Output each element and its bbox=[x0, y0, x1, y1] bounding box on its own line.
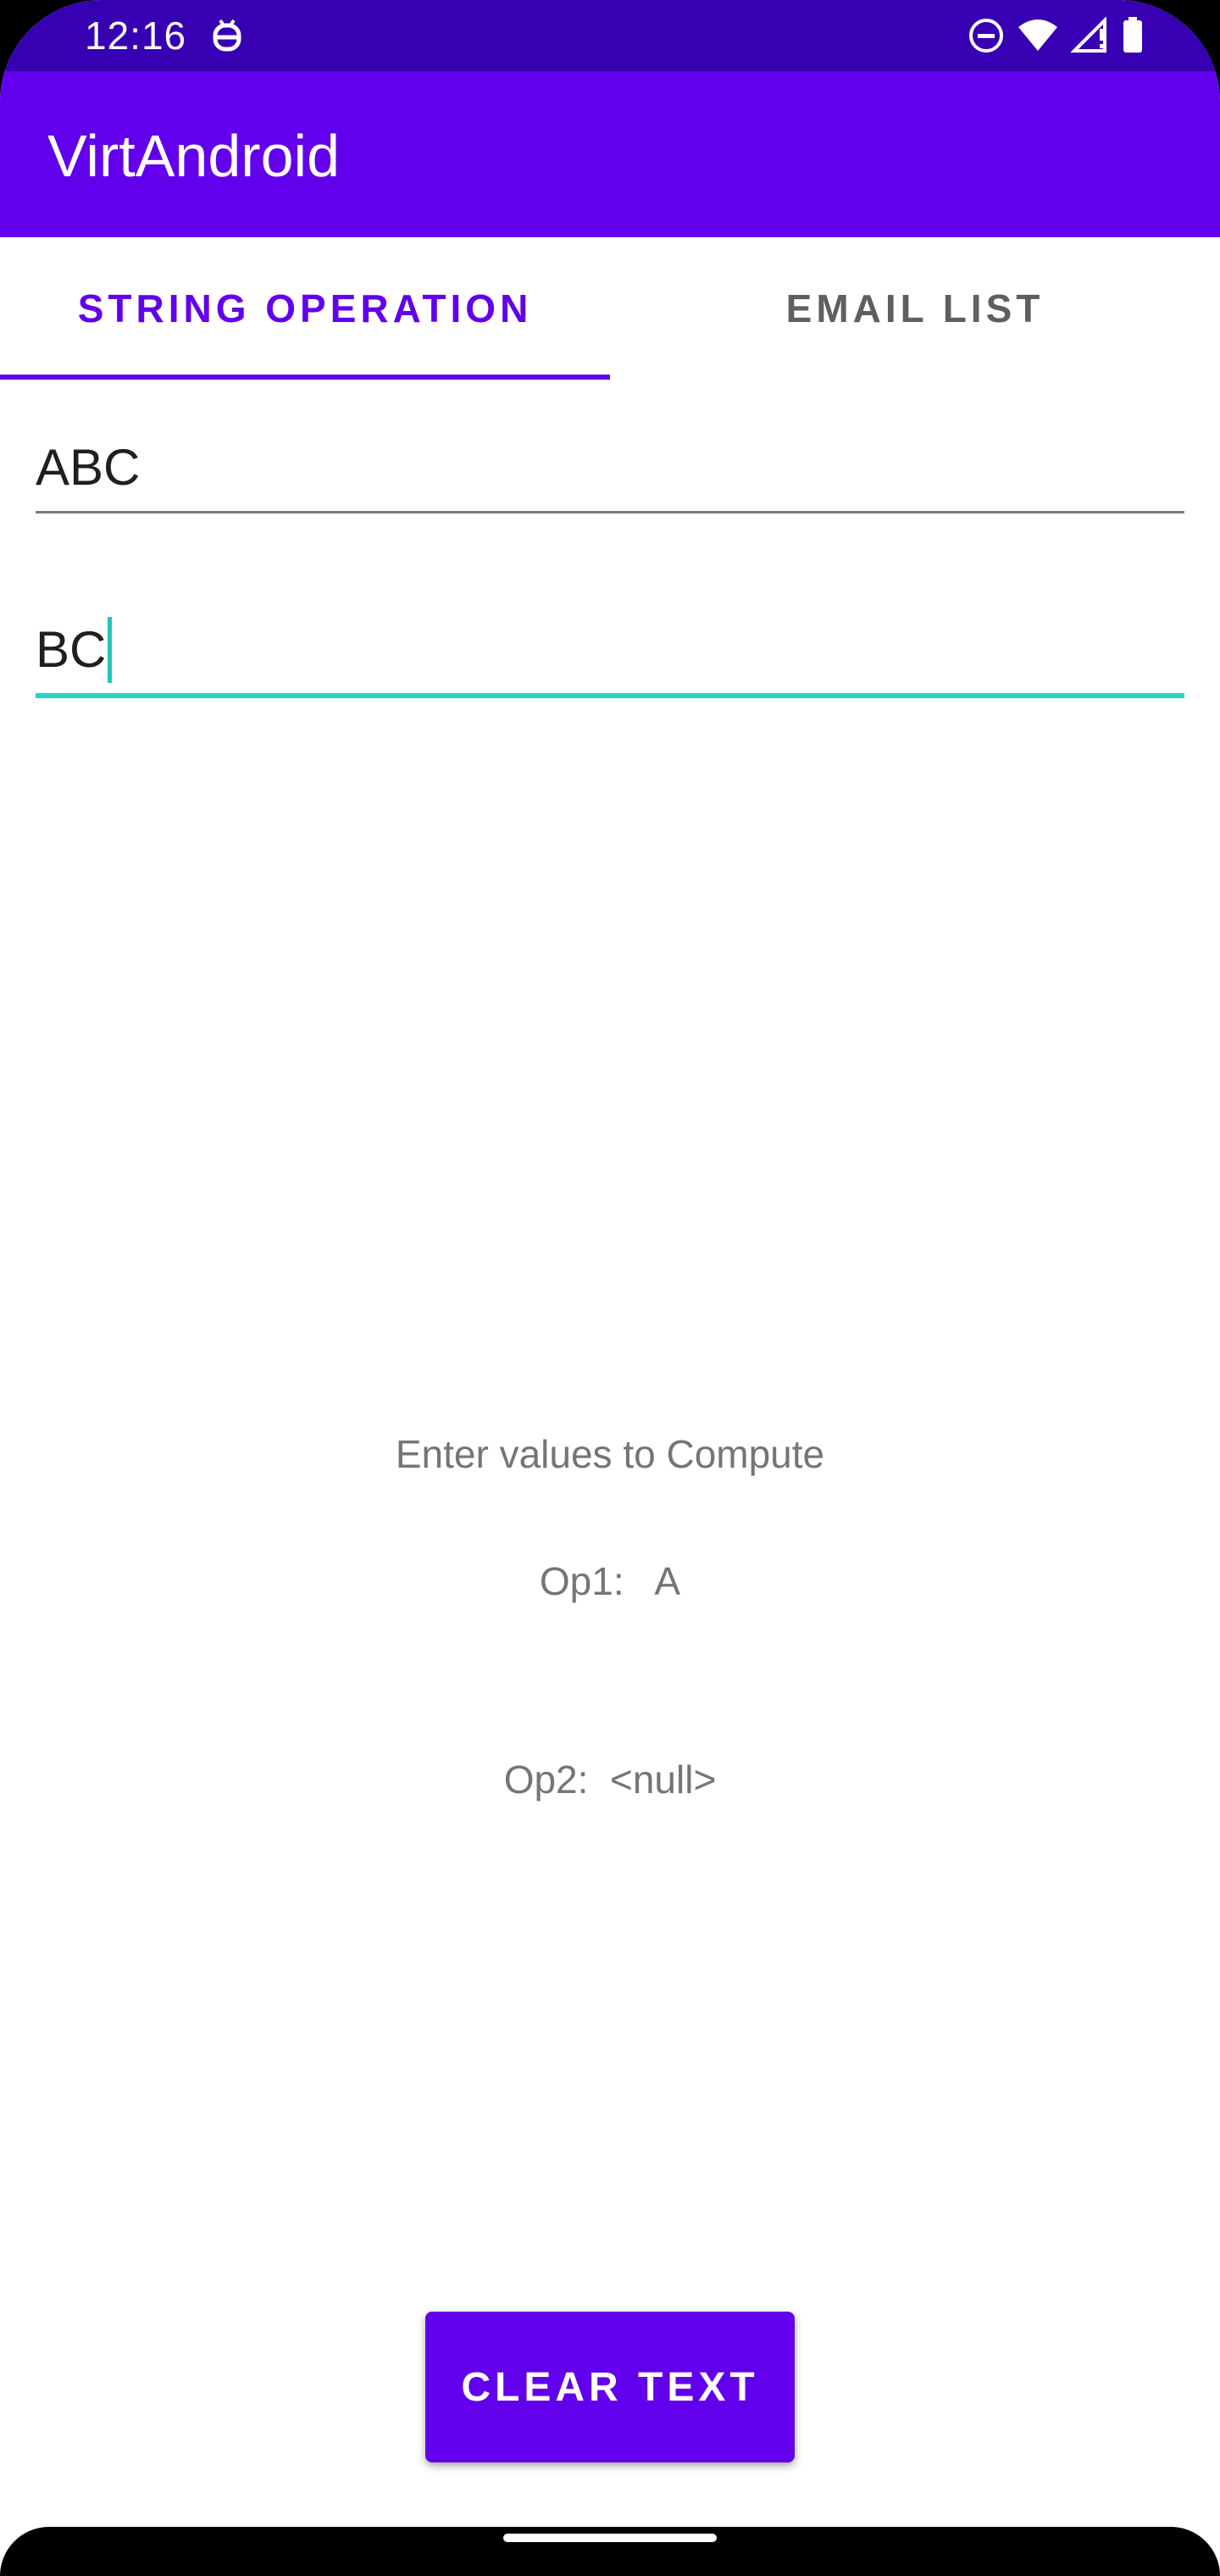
home-gesture-handle[interactable] bbox=[503, 2534, 717, 2542]
status-icons bbox=[968, 15, 1144, 56]
tab-string-operation[interactable]: STRING OPERATION bbox=[0, 237, 610, 380]
signal-icon bbox=[1071, 17, 1110, 54]
battery-icon bbox=[1122, 17, 1144, 54]
clear-text-button-label: CLEAR TEXT bbox=[461, 2364, 759, 2410]
op1-result: Op1: A bbox=[539, 1559, 681, 1603]
app-title: VirtAndroid bbox=[47, 123, 341, 189]
first-string-underline bbox=[36, 511, 1184, 514]
tab-string-operation-label: STRING OPERATION bbox=[77, 286, 533, 330]
do-not-disturb-icon bbox=[968, 17, 1005, 54]
compute-prompt: Enter values to Compute bbox=[395, 1432, 825, 1476]
first-string-input[interactable]: ABC bbox=[36, 420, 1184, 514]
first-string-value: ABC bbox=[36, 439, 141, 496]
clear-text-button[interactable]: CLEAR TEXT bbox=[425, 2312, 795, 2462]
wifi-icon bbox=[1017, 17, 1059, 54]
tab-bar: STRING OPERATION EMAIL LIST bbox=[0, 237, 1220, 380]
second-string-value: BC bbox=[36, 621, 107, 678]
second-string-input[interactable]: BC bbox=[36, 605, 1184, 698]
tab-email-list[interactable]: EMAIL LIST bbox=[610, 237, 1220, 380]
tab-email-list-label: EMAIL LIST bbox=[785, 286, 1045, 330]
tab-selected-indicator bbox=[0, 375, 610, 380]
second-string-underline bbox=[36, 693, 1184, 698]
app-bar: VirtAndroid bbox=[0, 71, 1220, 237]
assistant-icon bbox=[210, 17, 244, 54]
phone-screen: 12:16 VirtAndroid STRING OPERATION EMAIL… bbox=[0, 0, 1220, 2576]
text-cursor bbox=[108, 617, 113, 683]
status-time: 12:16 bbox=[85, 14, 187, 58]
status-bar: 12:16 bbox=[0, 0, 1220, 71]
op2-result: Op2: <null> bbox=[503, 1757, 717, 1802]
